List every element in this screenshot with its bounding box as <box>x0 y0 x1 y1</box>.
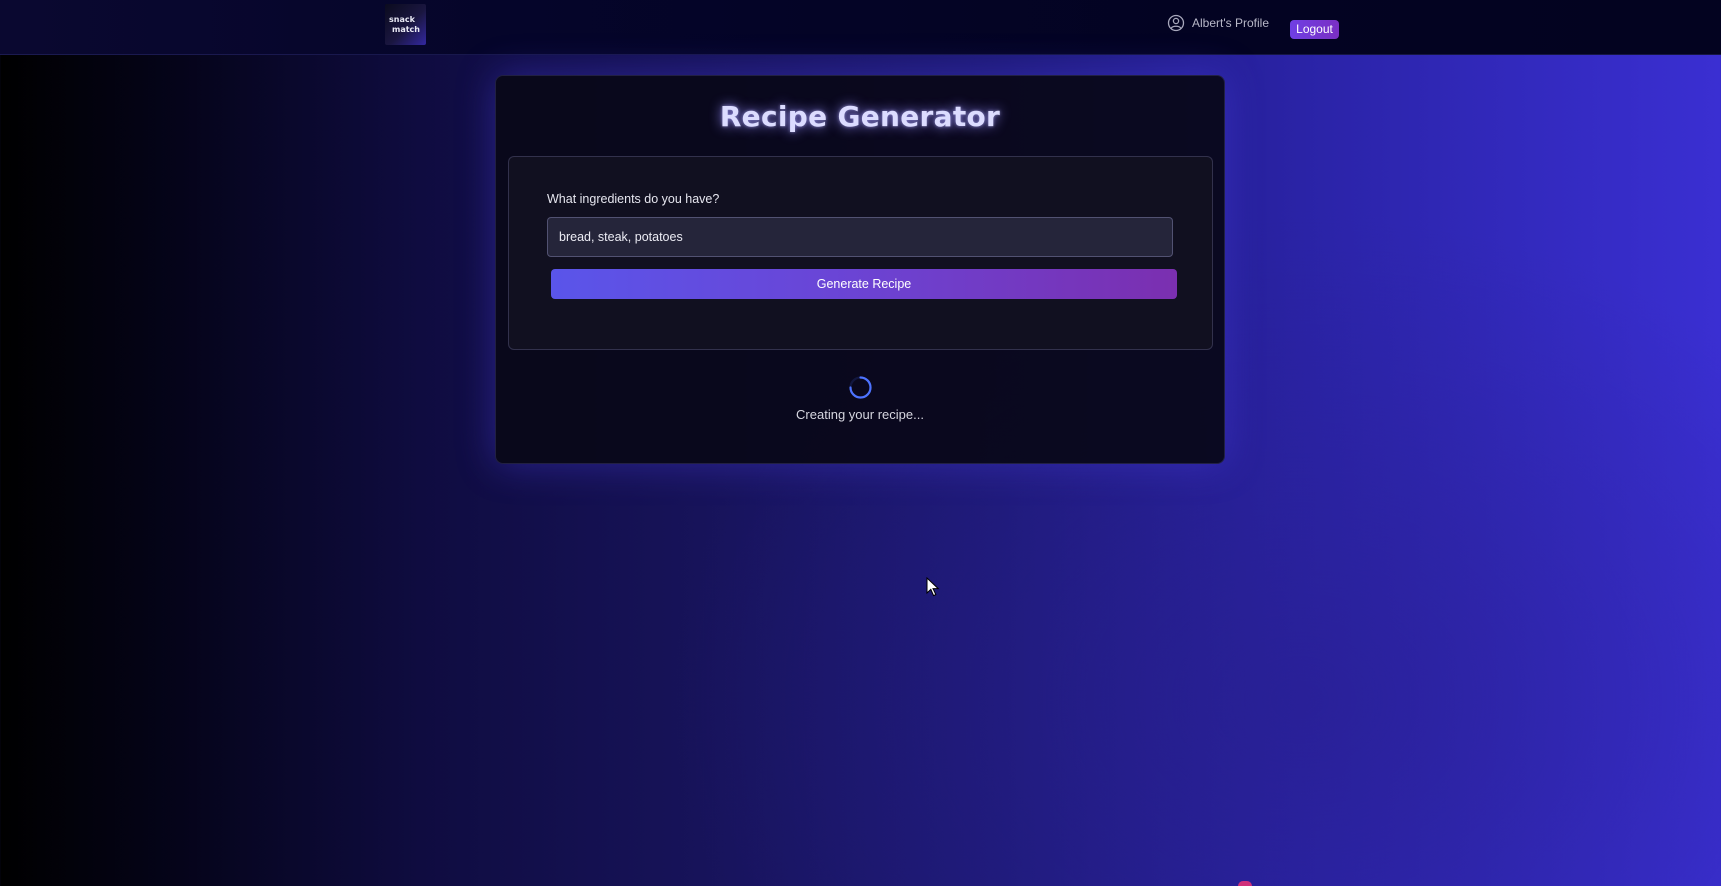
mouse-cursor-icon <box>926 577 940 597</box>
profile-link-label: Albert's Profile <box>1192 16 1269 30</box>
ingredients-form: What ingredients do you have? Generate R… <box>508 156 1213 350</box>
user-circle-icon <box>1167 14 1185 32</box>
ingredients-input[interactable] <box>547 217 1173 257</box>
page-title: Recipe Generator <box>719 100 1001 133</box>
snack-match-logo-icon[interactable]: snack match <box>385 4 426 45</box>
logo-text-line-1: snack <box>389 15 416 24</box>
ingredients-label: What ingredients do you have? <box>547 192 720 206</box>
loading-status-text: Creating your recipe... <box>796 407 924 422</box>
logo-text-line-2: match <box>392 25 420 34</box>
notification-dot <box>1238 881 1252 886</box>
profile-link[interactable]: Albert's Profile <box>1167 13 1269 33</box>
logout-button[interactable]: Logout <box>1290 20 1339 39</box>
generate-recipe-button[interactable]: Generate Recipe <box>551 269 1177 299</box>
loading-spinner-icon <box>849 376 872 399</box>
recipe-generator-card: Recipe Generator What ingredients do you… <box>495 75 1225 464</box>
top-navigation-bar: snack match Albert's Profile Logout <box>0 0 1721 55</box>
